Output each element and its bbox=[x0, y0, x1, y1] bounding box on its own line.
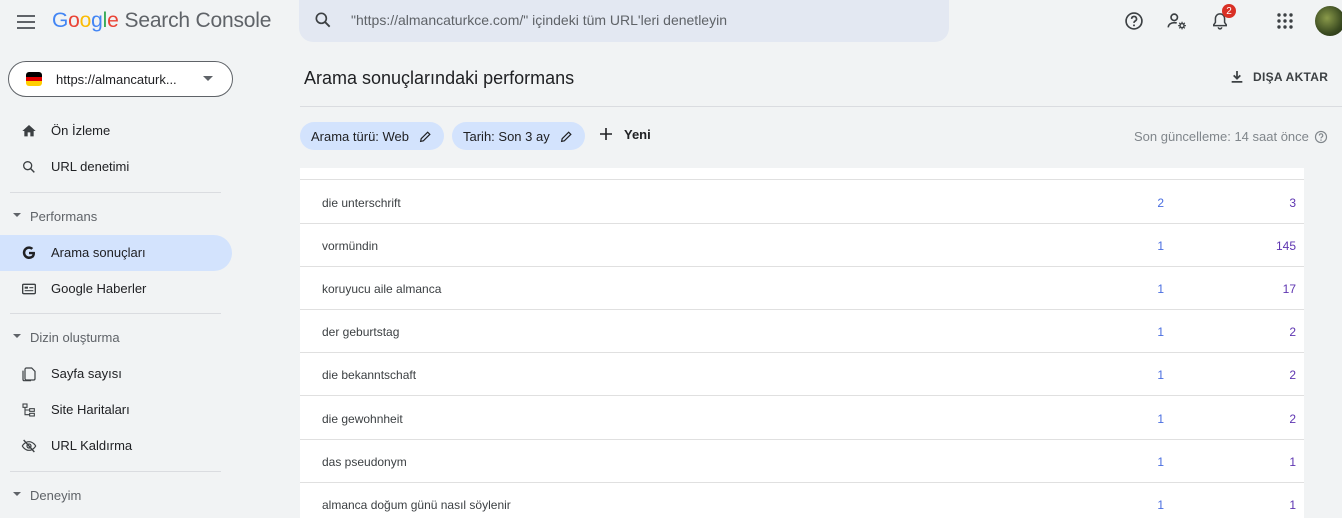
clicks-cell: 1 bbox=[1157, 325, 1164, 339]
export-button[interactable]: DIŞA AKTAR bbox=[1229, 69, 1328, 85]
section-experience[interactable]: Deneyim bbox=[0, 483, 232, 507]
impressions-cell: 1 bbox=[1289, 455, 1296, 469]
sidebar-divider bbox=[10, 471, 221, 472]
filter-chip-search-type[interactable]: Arama türü: Web bbox=[300, 122, 445, 150]
property-url: https://almancaturk... bbox=[56, 72, 177, 87]
edit-pencil-icon bbox=[560, 130, 573, 143]
impressions-cell: 1 bbox=[1289, 498, 1296, 512]
plus-icon bbox=[600, 128, 612, 140]
clicks-cell: 1 bbox=[1157, 498, 1164, 512]
query-cell: almanca doğum günü nasıl söylenir bbox=[322, 498, 511, 512]
clicks-cell: 1 bbox=[1157, 412, 1164, 426]
apps-button[interactable] bbox=[1272, 8, 1298, 34]
germany-flag-icon bbox=[26, 72, 42, 86]
help-icon[interactable] bbox=[1314, 130, 1328, 144]
notifications-button[interactable]: 2 bbox=[1207, 4, 1236, 34]
queries-table: die unterschrift 2 3 vormündin 1 145 kor… bbox=[300, 168, 1304, 518]
table-row[interactable]: koruyucu aile almanca 1 17 bbox=[300, 267, 1304, 310]
chevron-down-icon bbox=[13, 334, 21, 338]
table-top-edge bbox=[300, 168, 1304, 180]
query-cell: vormündin bbox=[322, 239, 379, 253]
home-icon bbox=[20, 122, 38, 140]
table-row[interactable]: almanca doğum günü nasıl söylenir 1 1 bbox=[300, 483, 1304, 518]
notification-badge: 2 bbox=[1222, 4, 1236, 18]
sidebar-item-sitemaps[interactable]: Site Haritaları bbox=[0, 392, 232, 428]
query-cell: koruyucu aile almanca bbox=[322, 282, 442, 296]
sidebar-item-url-removal[interactable]: URL Kaldırma bbox=[0, 428, 232, 464]
google-g-icon bbox=[20, 244, 38, 262]
search-console-logo[interactable]: Google Search Console bbox=[52, 9, 271, 33]
clicks-cell: 1 bbox=[1157, 455, 1164, 469]
manage-users-button[interactable] bbox=[1164, 8, 1190, 34]
sidebar-divider bbox=[10, 313, 221, 314]
search-icon bbox=[20, 158, 38, 176]
help-button[interactable] bbox=[1121, 8, 1147, 34]
sitemap-icon bbox=[20, 401, 38, 419]
top-bar: Google Search Console "https://almancatur… bbox=[0, 0, 1342, 44]
section-indexing[interactable]: Dizin oluşturma bbox=[0, 325, 232, 349]
impressions-cell: 145 bbox=[1275, 239, 1296, 253]
download-icon bbox=[1231, 71, 1243, 83]
sidebar-item-google-news[interactable]: Google Haberler bbox=[0, 271, 232, 307]
sidebar-item-overview[interactable]: Ön İzleme bbox=[0, 113, 232, 149]
page-title: Arama sonuçlarındaki performans bbox=[304, 68, 575, 88]
search-icon bbox=[315, 12, 331, 28]
clicks-cell: 1 bbox=[1157, 368, 1164, 382]
impressions-cell: 2 bbox=[1289, 368, 1296, 382]
sidebar-item-url-inspection[interactable]: URL denetimi bbox=[0, 149, 232, 185]
impressions-cell: 3 bbox=[1289, 196, 1296, 210]
new-filter-button[interactable]: Yeni bbox=[598, 126, 651, 142]
chevron-down-icon bbox=[203, 76, 213, 81]
clicks-cell: 2 bbox=[1157, 196, 1164, 210]
impressions-cell: 2 bbox=[1289, 412, 1296, 426]
clicks-cell: 1 bbox=[1157, 282, 1164, 296]
chevron-down-icon bbox=[13, 492, 21, 496]
table-row[interactable]: vormündin 1 145 bbox=[300, 224, 1304, 267]
product-name: Search Console bbox=[124, 9, 272, 32]
sidebar-item-pages[interactable]: Sayfa sayısı bbox=[0, 356, 232, 392]
last-updated: Son güncelleme: 14 saat önce bbox=[1134, 129, 1328, 144]
news-icon bbox=[20, 280, 38, 298]
hamburger-menu-icon bbox=[17, 15, 35, 29]
table-row[interactable]: die bekanntschaft 1 2 bbox=[300, 353, 1304, 396]
main-divider bbox=[300, 106, 1342, 107]
query-cell: die unterschrift bbox=[322, 196, 401, 210]
account-avatar[interactable] bbox=[1315, 6, 1342, 36]
pages-icon bbox=[20, 365, 38, 383]
impressions-cell: 17 bbox=[1282, 282, 1296, 296]
sidebar-divider bbox=[10, 192, 221, 193]
help-icon bbox=[1125, 12, 1143, 30]
section-performance[interactable]: Performans bbox=[0, 204, 232, 228]
eye-off-icon bbox=[20, 437, 38, 455]
query-cell: der geburtstag bbox=[322, 325, 400, 339]
table-row[interactable]: das pseudonym 1 1 bbox=[300, 440, 1304, 483]
impressions-cell: 2 bbox=[1289, 325, 1296, 339]
query-cell: die gewohnheit bbox=[322, 412, 403, 426]
url-inspection-search[interactable]: "https://almancaturkce.com/" içindeki tü… bbox=[299, 0, 949, 42]
filter-chip-date[interactable]: Tarih: Son 3 ay bbox=[452, 122, 585, 150]
query-cell: die bekanntschaft bbox=[322, 368, 417, 382]
query-cell: das pseudonym bbox=[322, 455, 407, 469]
edit-pencil-icon bbox=[419, 130, 432, 143]
table-row[interactable]: der geburtstag 1 2 bbox=[300, 310, 1304, 353]
chevron-down-icon bbox=[13, 213, 21, 217]
table-row[interactable]: die unterschrift 2 3 bbox=[300, 181, 1304, 224]
sidebar-item-search-results[interactable]: Arama sonuçları bbox=[0, 235, 232, 271]
main-menu-button[interactable] bbox=[14, 10, 38, 34]
clicks-cell: 1 bbox=[1157, 239, 1164, 253]
property-selector[interactable]: https://almancaturk... bbox=[8, 61, 233, 97]
table-row[interactable]: die gewohnheit 1 2 bbox=[300, 397, 1304, 440]
person-settings-icon bbox=[1167, 13, 1186, 30]
search-input[interactable]: "https://almancaturkce.com/" içindeki tü… bbox=[351, 12, 727, 28]
apps-grid-icon bbox=[1277, 13, 1293, 29]
